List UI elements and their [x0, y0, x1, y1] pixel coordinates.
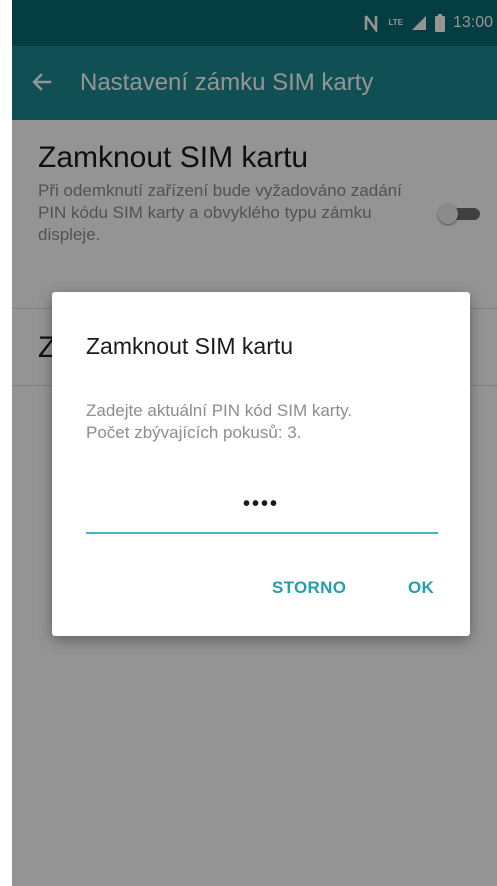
- phone-screen: LTE 13:00 Nastavení zámku SIM karty Zamk…: [12, 0, 497, 886]
- dialog-title: Zamknout SIM kartu: [86, 333, 294, 359]
- ok-button[interactable]: OK: [408, 578, 434, 598]
- cancel-button[interactable]: STORNO: [272, 578, 346, 598]
- dialog-message-line: Zadejte aktuální PIN kód SIM karty.: [86, 401, 353, 420]
- dialog-message: Zadejte aktuální PIN kód SIM karty. Poče…: [86, 400, 416, 444]
- pin-dialog: Zamknout SIM kartu Zadejte aktuální PIN …: [52, 292, 470, 636]
- pin-input[interactable]: [86, 490, 436, 518]
- dialog-message-line: Počet zbývajících pokusů: 3.: [86, 423, 302, 442]
- pin-input-underline: [86, 532, 438, 534]
